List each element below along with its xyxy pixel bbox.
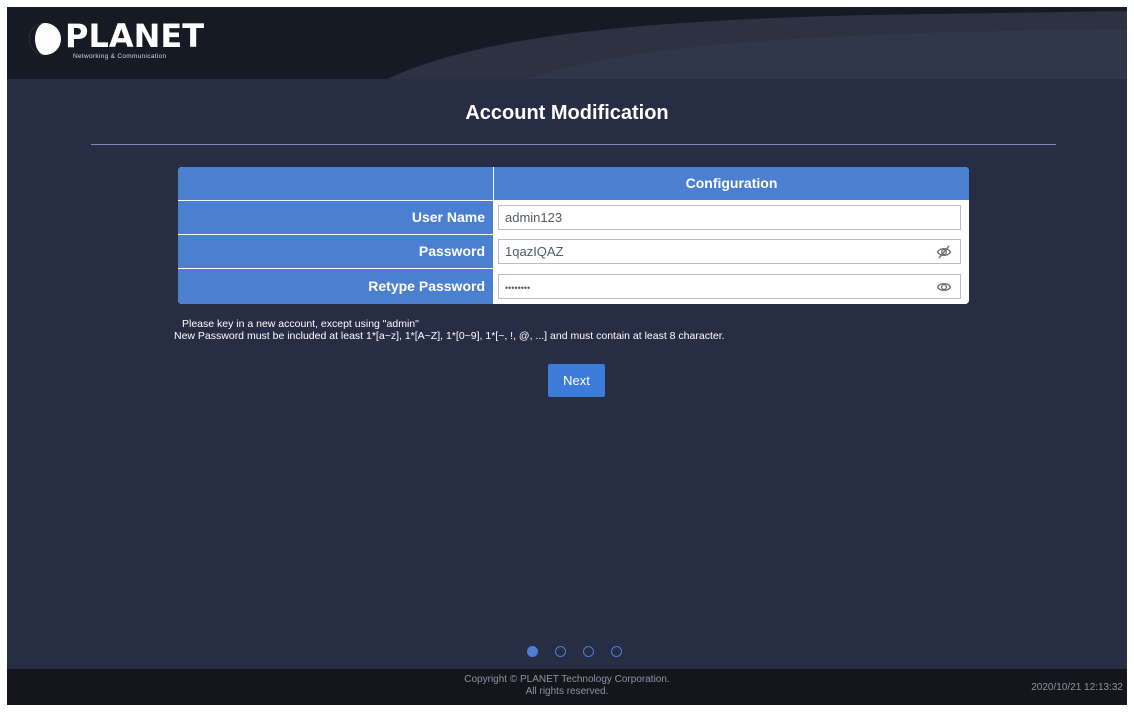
step-dot-1[interactable] [527, 646, 538, 657]
eye-slash-icon[interactable] [936, 244, 952, 260]
form-header-label: Configuration [494, 167, 969, 200]
title-divider [91, 144, 1056, 145]
planet-logo: PLANET Networking & Communication [25, 17, 225, 63]
footer-copyright: Copyright © PLANET Technology Corporatio… [7, 674, 1127, 698]
form-header-blank [178, 167, 493, 200]
step-dot-3[interactable] [583, 646, 594, 657]
username-input[interactable]: admin123 [498, 205, 961, 230]
password-input[interactable]: 1qazIQAZ [498, 239, 961, 264]
header-bar: PLANET Networking & Communication [7, 7, 1127, 79]
username-cell: admin123 [494, 201, 969, 234]
step-dot-4[interactable] [611, 646, 622, 657]
form-header-row: Configuration [178, 167, 969, 200]
wizard-step-indicator [527, 646, 627, 660]
password-requirements-note: Please key in a new account, except usin… [174, 318, 1074, 342]
retype-password-value: •••••••• [505, 283, 531, 293]
note-account-line: Please key in a new account, except usin… [182, 318, 419, 330]
username-row: User Name admin123 [178, 201, 969, 234]
copyright-line: Copyright © PLANET Technology Corporatio… [464, 674, 670, 685]
logo-tagline: Networking & Communication [73, 53, 167, 60]
step-dot-2[interactable] [555, 646, 566, 657]
footer-datetime: 2020/10/21 12:13:32 [1031, 682, 1123, 693]
password-cell: 1qazIQAZ [494, 235, 969, 268]
footer-bar: Copyright © PLANET Technology Corporatio… [7, 669, 1127, 705]
next-button[interactable]: Next [548, 364, 605, 397]
username-label: User Name [178, 201, 493, 234]
retype-password-cell: •••••••• [494, 269, 969, 304]
account-form-table: Configuration User Name admin123 Passwor… [178, 167, 969, 304]
password-label: Password [178, 235, 493, 268]
logo-wordmark: PLANET [65, 17, 205, 55]
eye-icon[interactable] [936, 279, 952, 295]
retype-password-label: Retype Password [178, 269, 493, 304]
app-window: PLANET Networking & Communication Accoun… [7, 7, 1127, 705]
retype-password-input[interactable]: •••••••• [498, 274, 961, 299]
planet-globe-icon [29, 23, 61, 55]
note-password-line: New Password must be included at least 1… [174, 330, 725, 342]
password-value: 1qazIQAZ [505, 244, 564, 259]
page-title: Account Modification [465, 102, 669, 124]
rights-line: All rights reserved. [525, 686, 609, 697]
password-row: Password 1qazIQAZ [178, 235, 969, 268]
retype-password-row: Retype Password •••••••• [178, 269, 969, 304]
